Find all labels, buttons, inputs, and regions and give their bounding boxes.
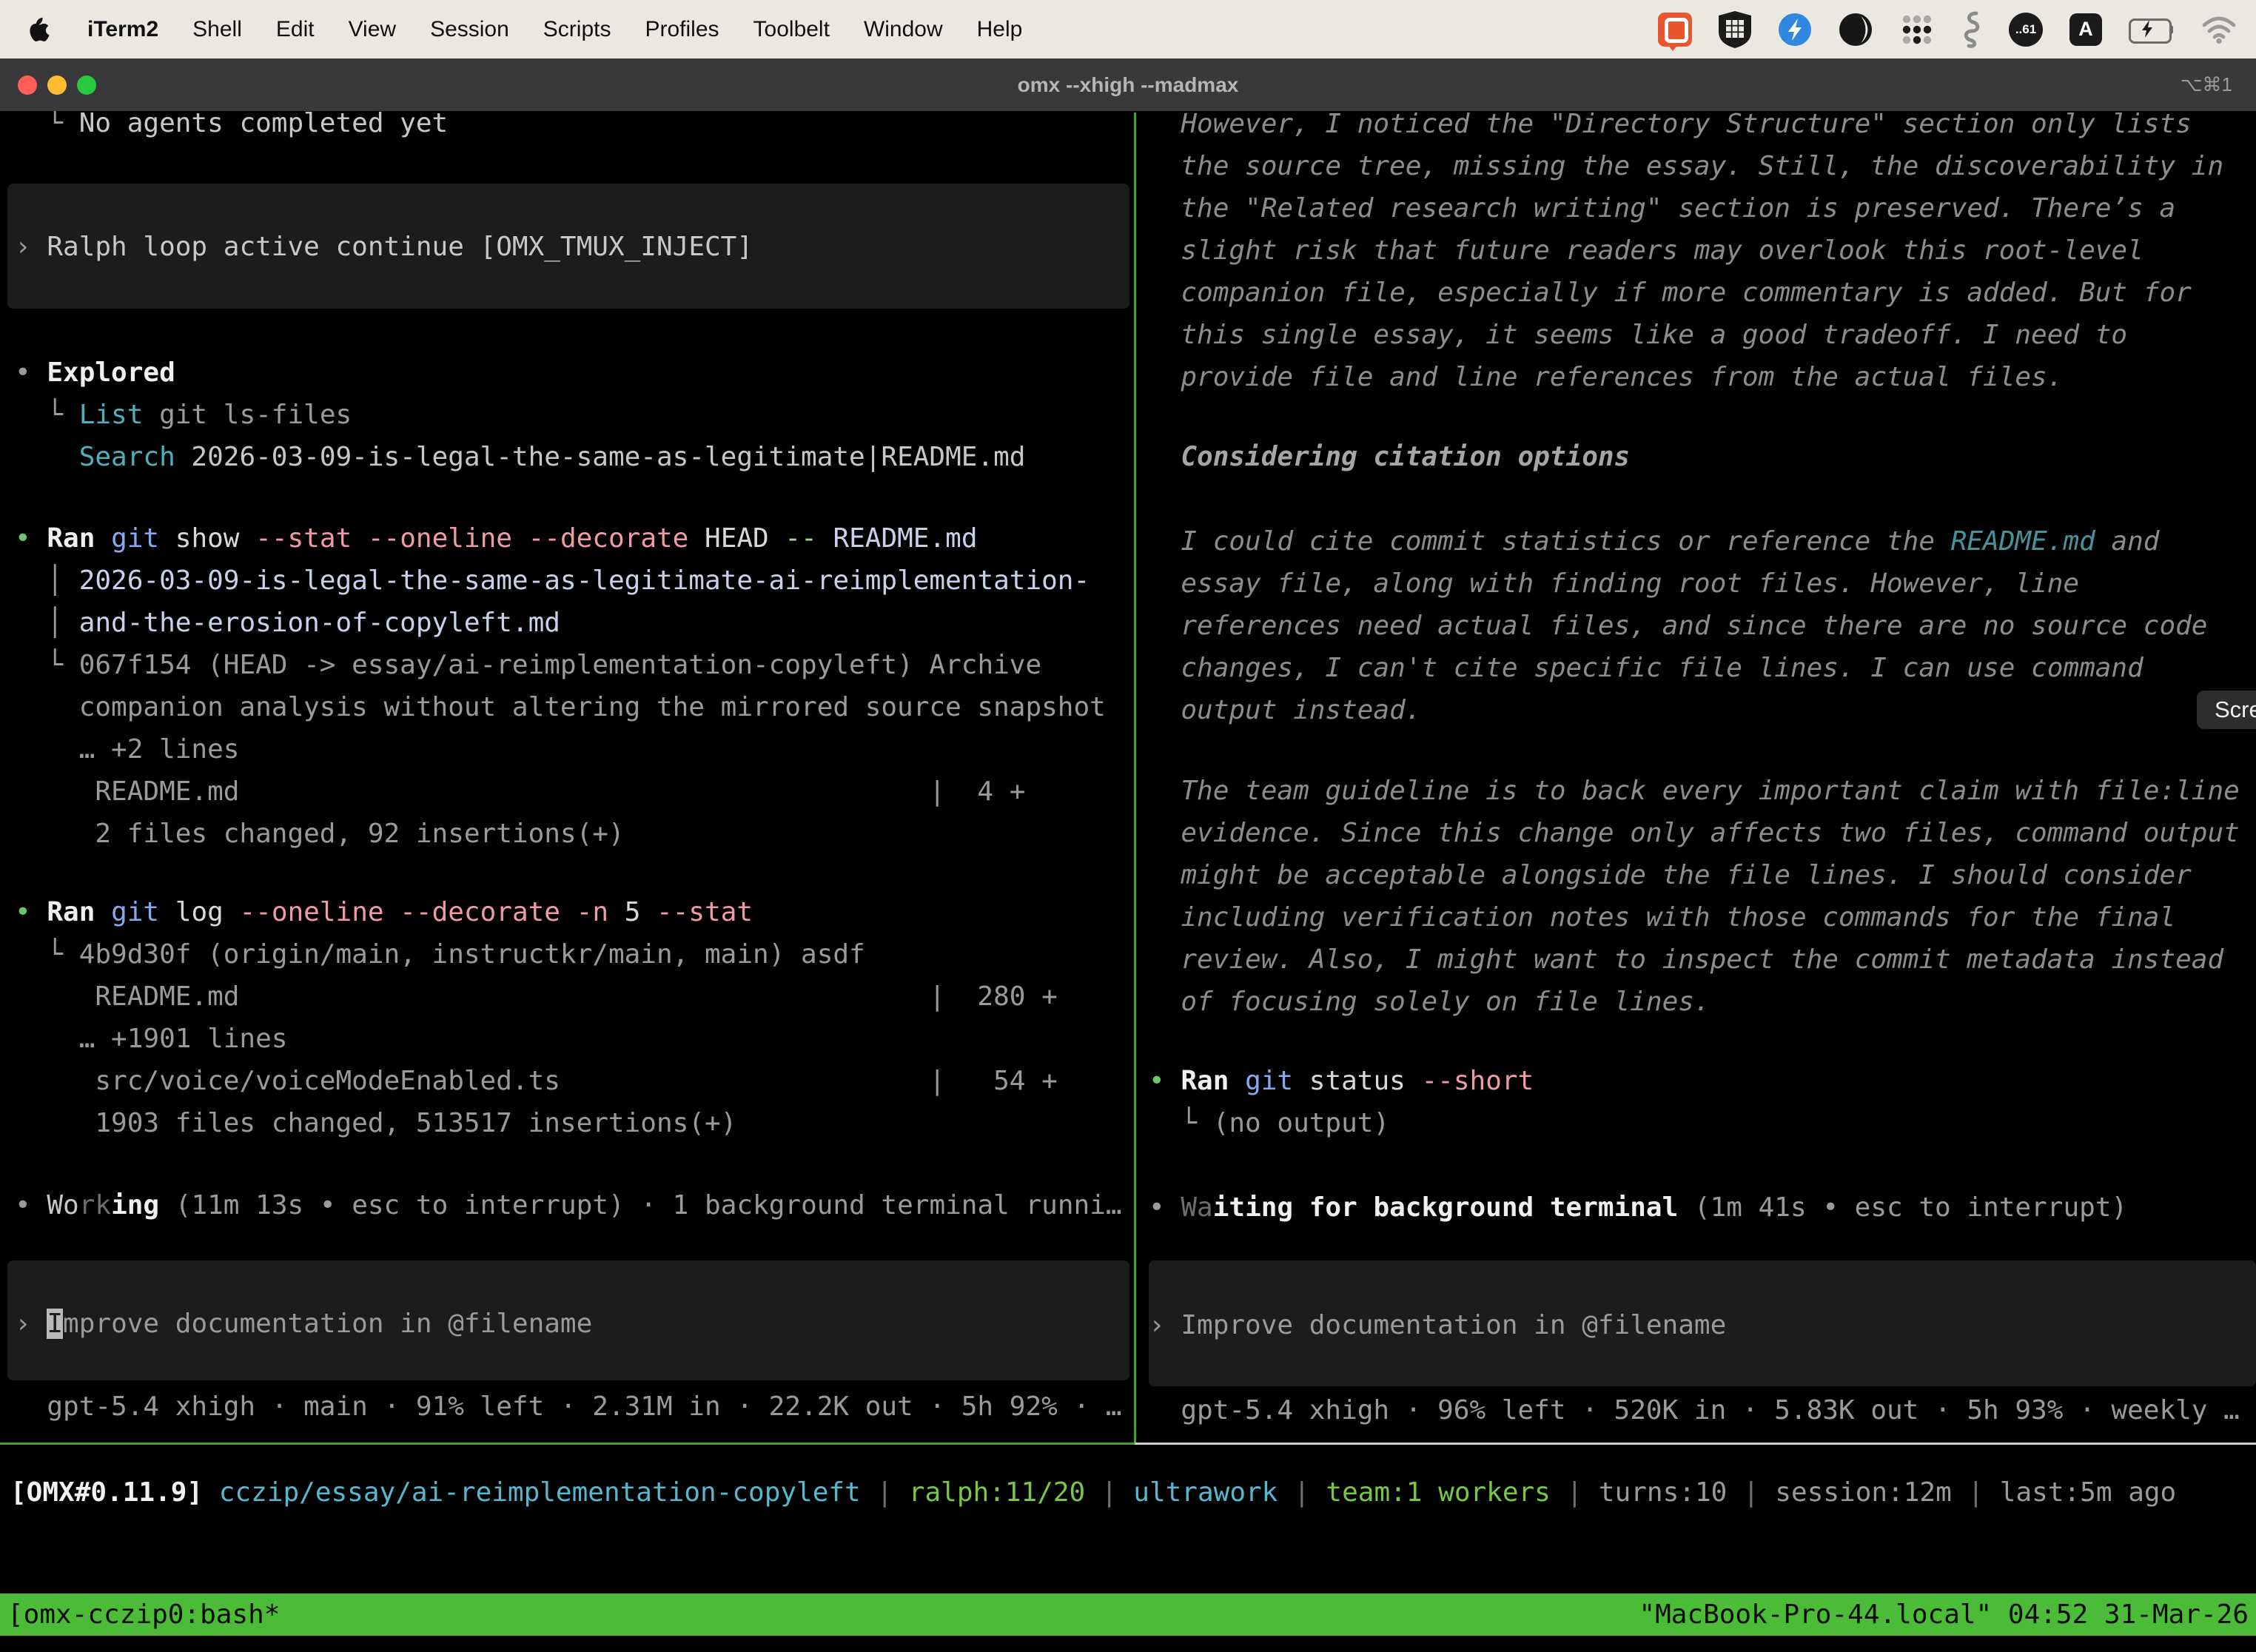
menu-item-shell[interactable]: Shell bbox=[192, 17, 242, 42]
terminal-line: src/voice/voiceModeEnabled.ts | 54 + bbox=[15, 1060, 1058, 1102]
terminal-line: │ 2026-03-09-is-legal-the-same-as-legiti… bbox=[15, 560, 1090, 602]
terminal-line: • Ran git log --oneline --decorate -n 5 … bbox=[15, 891, 753, 933]
terminal-line: Search 2026-03-09-is-legal-the-same-as-l… bbox=[15, 436, 1025, 478]
menu-item-window[interactable]: Window bbox=[864, 17, 943, 42]
terminal-line: the source tree, missing the essay. Stil… bbox=[1149, 145, 2223, 187]
menu-items: iTerm2 Shell Edit View Session Scripts Profile… bbox=[87, 17, 1022, 42]
terminal-line: └ (no output) bbox=[1149, 1102, 1389, 1144]
right-pane-bottom-border bbox=[1135, 1443, 2256, 1445]
pane-divider[interactable] bbox=[1134, 113, 1136, 1445]
orange-chat-icon[interactable] bbox=[1658, 13, 1692, 47]
keyboard-a-icon[interactable]: A bbox=[2069, 13, 2102, 46]
blue-badge-bolt-icon[interactable] bbox=[1778, 13, 1812, 47]
dots-grid-icon[interactable] bbox=[1899, 12, 1935, 47]
left-pane-bottom-border bbox=[0, 1443, 1135, 1445]
terminal-line: • Working (11m 13s • esc to interrupt) ·… bbox=[15, 1184, 1122, 1226]
terminal-line: might be acceptable alongside the file l… bbox=[1149, 854, 2192, 896]
menu-item-session[interactable]: Session bbox=[430, 17, 509, 42]
menu-item-toolbelt[interactable]: Toolbelt bbox=[753, 17, 830, 42]
terminal-line: references need actual files, and since … bbox=[1149, 605, 2207, 647]
terminal-line: essay file, along with finding root file… bbox=[1149, 563, 2079, 605]
battery-bolt-icon[interactable] bbox=[2129, 19, 2175, 41]
terminal-line: this single essay, it seems like a good … bbox=[1149, 314, 2127, 356]
terminal-line: README.md | 280 + bbox=[15, 976, 1058, 1018]
menu-item-help[interactable]: Help bbox=[977, 17, 1023, 42]
circle-61-badge-icon[interactable]: ..61 bbox=[2009, 13, 2043, 47]
terminal-line: • Ran git show --stat --oneline --decora… bbox=[15, 517, 978, 560]
terminal-line: companion file, especially if more comme… bbox=[1149, 272, 2192, 314]
terminal-line: 2 files changed, 92 insertions(+) bbox=[15, 813, 625, 855]
terminal-line: └ 4b9d30f (origin/main, instructkr/main,… bbox=[15, 933, 865, 976]
terminal-line: changes, I can't cite specific file line… bbox=[1149, 647, 2143, 689]
terminal-line: including verification notes with those … bbox=[1149, 896, 2175, 939]
terminal-line: Considering citation options bbox=[1149, 436, 1630, 478]
shield-grid-icon[interactable] bbox=[1719, 11, 1751, 48]
menu-item-view[interactable]: View bbox=[349, 17, 396, 42]
terminal-line: └ 067f154 (HEAD -> essay/ai-reimplementa… bbox=[15, 644, 1041, 686]
terminal-line: output instead. bbox=[1149, 689, 1421, 731]
window-title-bar: omx --xhigh --madmax ⌥⌘1 bbox=[0, 58, 2256, 111]
menubar-status-icons: ..61 A bbox=[1658, 10, 2237, 49]
window-title: omx --xhigh --madmax bbox=[0, 58, 2256, 111]
terminal-line: 1903 files changed, 513517 insertions(+) bbox=[15, 1102, 736, 1144]
terminal-line: • Explored bbox=[15, 352, 175, 394]
terminal-line: gpt-5.4 xhigh · 96% left · 520K in · 5.8… bbox=[1149, 1389, 2240, 1431]
menu-item-iterm2[interactable]: iTerm2 bbox=[87, 17, 158, 42]
wifi-icon[interactable] bbox=[2201, 16, 2237, 44]
dark-crescent-icon[interactable] bbox=[1839, 13, 1873, 47]
terminal-line: the "Related research writing" section i… bbox=[1149, 187, 2175, 229]
terminal-line: • Waiting for background terminal (1m 41… bbox=[1149, 1186, 2127, 1229]
menu-item-profiles[interactable]: Profiles bbox=[645, 17, 719, 42]
left-prompt-input[interactable] bbox=[7, 1260, 1129, 1380]
right-prompt-input[interactable] bbox=[1149, 1260, 2256, 1386]
menu-item-edit[interactable]: Edit bbox=[276, 17, 315, 42]
tmux-session-label: [omx-cczip0:bash* bbox=[7, 1594, 280, 1636]
terminal-line: provide file and line references from th… bbox=[1149, 356, 2063, 398]
terminal-line: I could cite commit statistics or refere… bbox=[1149, 520, 2159, 563]
screen-tooltip: Scre bbox=[2197, 691, 2256, 729]
terminal-line: [OMX#0.11.9] cczip/essay/ai-reimplementa… bbox=[10, 1471, 2176, 1514]
terminal-line: The team guideline is to back every impo… bbox=[1149, 770, 2240, 812]
terminal-line: review. Also, I might want to inspect th… bbox=[1149, 939, 2223, 981]
menu-item-scripts[interactable]: Scripts bbox=[543, 17, 611, 42]
terminal-line: companion analysis without altering the … bbox=[15, 686, 1106, 728]
terminal-line: … +2 lines bbox=[15, 728, 239, 770]
tmux-status-bar: [omx-cczip0:bash* "MacBook-Pro-44.local"… bbox=[0, 1594, 2256, 1636]
tmux-host-clock-label: "MacBook-Pro-44.local" 04:52 31-Mar-26 bbox=[1639, 1594, 2249, 1636]
terminal-line: slight risk that future readers may over… bbox=[1149, 229, 2143, 272]
terminal-line: • Ran git status --short bbox=[1149, 1060, 1534, 1102]
terminal-line: of focusing solely on file lines. bbox=[1149, 981, 1711, 1023]
apple-menu-icon[interactable] bbox=[30, 16, 53, 44]
ralph-loop-message-box bbox=[7, 184, 1129, 309]
terminal-line: gpt-5.4 xhigh · main · 91% left · 2.31M … bbox=[15, 1386, 1122, 1428]
terminal-line: README.md | 4 + bbox=[15, 770, 1025, 813]
terminal-line: └ List git ls-files bbox=[15, 394, 352, 436]
terminal-line: │ and-the-erosion-of-copyleft.md bbox=[15, 602, 560, 644]
macos-menu-bar: iTerm2 Shell Edit View Session Scripts Profile… bbox=[0, 0, 2256, 58]
terminal-line: evidence. Since this change only affects… bbox=[1149, 812, 2240, 854]
screen: { "menu_bar": { "items": ["iTerm2", "She… bbox=[0, 0, 2256, 1652]
window-shortcut-badge: ⌥⌘1 bbox=[2181, 58, 2232, 111]
squiggle-icon[interactable] bbox=[1961, 10, 1982, 49]
terminal-line: … +1901 lines bbox=[15, 1018, 287, 1060]
